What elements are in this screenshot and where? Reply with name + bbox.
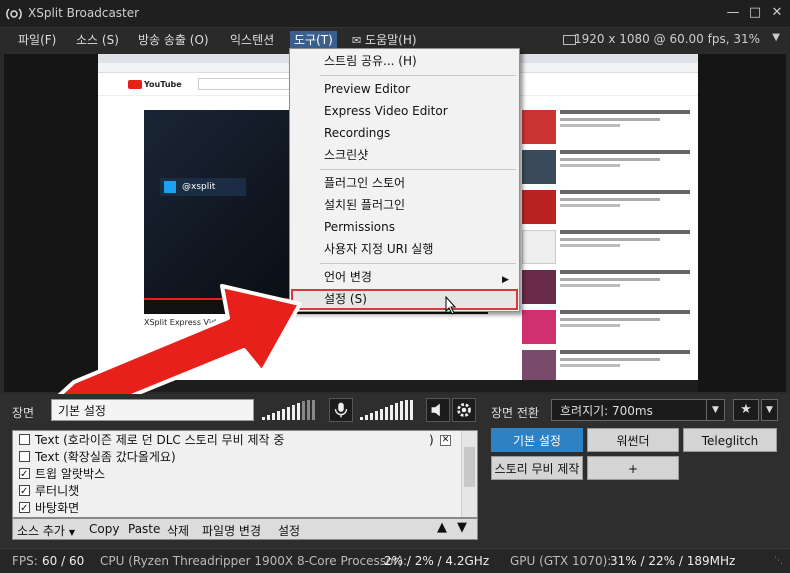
fps-label: FPS:	[12, 554, 38, 568]
xsplit-logo-icon	[6, 8, 22, 20]
menu-item-permissions[interactable]: Permissions	[324, 217, 395, 237]
mouse-cursor-icon	[445, 296, 457, 315]
source-checkbox[interactable]	[19, 466, 30, 483]
scene-button-story-movie[interactable]: 스토리 무비 제작	[491, 456, 583, 480]
minimize-icon[interactable]: —	[722, 4, 744, 22]
close-icon[interactable]: ✕	[766, 4, 788, 22]
source-checkbox[interactable]	[19, 483, 30, 500]
mic-volume-meter[interactable]	[262, 400, 322, 420]
sources-scrollbar[interactable]	[461, 431, 477, 517]
list-item	[522, 230, 692, 270]
menu-item-express-video-editor[interactable]: Express Video Editor	[324, 101, 448, 121]
tools-menu-dropdown: 스트림 공유... (H) Preview Editor Express Vid…	[289, 48, 520, 312]
scene-name-input[interactable]	[51, 399, 254, 421]
menu-item-settings[interactable]: 설정 (S)	[324, 289, 367, 309]
speaker-volume-meter[interactable]	[360, 400, 420, 420]
menu-broadcast[interactable]: 방송 송출 (O)	[134, 31, 213, 50]
cpu-value: 2% / 2% / 4.2GHz	[384, 554, 490, 568]
move-down-icon[interactable]: ▼	[457, 520, 467, 535]
add-transition-star-icon[interactable]: ★	[733, 399, 759, 421]
source-row[interactable]: 루터니챗	[19, 483, 79, 500]
scene-button-teleglitch[interactable]: Teleglitch	[683, 428, 777, 452]
menu-item-screenshot[interactable]: 스크린샷	[324, 145, 368, 165]
list-item	[522, 190, 692, 230]
source-row[interactable]: 바탕화면	[19, 500, 79, 517]
chevron-down-icon: ▼	[706, 400, 724, 420]
paste-button[interactable]: Paste	[128, 522, 160, 536]
submenu-arrow-icon: ▶	[502, 275, 509, 285]
delete-button[interactable]: 삭제	[167, 522, 189, 539]
menu-item-installed-plugins[interactable]: 설치된 플러그인	[324, 195, 405, 215]
scene-button-warthunder[interactable]: 워썬더	[587, 428, 679, 452]
maximize-icon[interactable]: □	[744, 4, 766, 22]
menu-divider	[320, 169, 516, 170]
sources-list: Text (호라이즌 제로 던 DLC 스토리 무비 제작 중 ) ✕ Text…	[12, 430, 478, 518]
menu-item-preview-editor[interactable]: Preview Editor	[324, 79, 410, 99]
bottom-panel: 장면 Text (호라이즌 제로 던 DLC 스토리 무비 제작 중 ) ✕ T…	[0, 394, 790, 548]
transition-select[interactable]: 흐려지기: 700ms ▼	[551, 399, 725, 421]
source-row[interactable]: Text (호라이즌 제로 던 DLC 스토리 무비 제작 중	[19, 432, 284, 449]
chevron-down-icon[interactable]: ▼	[772, 32, 780, 43]
menu-item-recordings[interactable]: Recordings	[324, 123, 390, 143]
menu-item-plugin-store[interactable]: 플러그인 스토어	[324, 173, 405, 193]
remove-source-icon[interactable]: ✕	[440, 435, 451, 446]
xsplit-overlay-tag: @xsplit	[160, 178, 246, 196]
twitter-icon	[164, 181, 176, 193]
source-row[interactable]: Text (확장실좀 갔다올게요)	[19, 449, 176, 466]
rename-button[interactable]: 파일명 변경	[202, 522, 261, 539]
speaker-icon[interactable]	[426, 398, 450, 422]
microphone-icon[interactable]	[329, 398, 353, 422]
add-scene-button[interactable]: +	[587, 456, 679, 480]
gpu-value: 31% / 22% / 189MHz	[610, 554, 736, 568]
title-bar: XSplit Broadcaster — □ ✕	[0, 0, 790, 28]
menu-item-share-stream[interactable]: 스트림 공유... (H)	[324, 51, 417, 71]
move-up-icon[interactable]: ▲	[437, 520, 447, 535]
menu-help-label: 도움말(H)	[365, 33, 417, 47]
menu-item-custom-uri[interactable]: 사용자 지정 URI 실행	[324, 239, 433, 259]
fps-value: 60 / 60	[42, 554, 85, 568]
menu-divider	[320, 75, 516, 76]
menu-sources[interactable]: 소스 (S)	[72, 31, 123, 50]
chevron-down-icon[interactable]: ▼	[761, 399, 778, 421]
add-source-button[interactable]: 소스 추가 ▼	[17, 522, 75, 539]
menu-item-language[interactable]: 언어 변경	[324, 267, 372, 287]
source-checkbox[interactable]	[19, 451, 30, 462]
status-bar: FPS: 60 / 60 CPU (Ryzen Threadripper 190…	[0, 548, 790, 573]
scene-button-default[interactable]: 기본 설정	[491, 428, 583, 452]
source-row-suffix: )	[429, 433, 434, 447]
gear-icon[interactable]	[452, 398, 476, 422]
sources-toolbar: 소스 추가 ▼ Copy Paste 삭제 파일명 변경 설정 ▲ ▼	[12, 518, 478, 540]
list-item	[522, 270, 692, 310]
list-item	[522, 310, 692, 350]
window-title: XSplit Broadcaster	[28, 6, 140, 20]
transition-label: 장면 전환	[491, 406, 539, 420]
copy-button[interactable]: Copy	[89, 522, 119, 536]
cpu-label: CPU (Ryzen Threadripper 1900X 8-Core Pro…	[100, 554, 408, 568]
menu-file[interactable]: 파일(F)	[14, 31, 60, 50]
scene-label: 장면	[12, 406, 35, 420]
resolution-info[interactable]: 1920 x 1080 @ 60.00 fps, 31%	[574, 32, 760, 46]
source-row[interactable]: 트윕 알랏박스	[19, 466, 105, 483]
menu-divider	[320, 263, 516, 264]
menu-extensions[interactable]: 익스텐션	[226, 31, 278, 50]
gpu-label: GPU (GTX 1070):	[510, 554, 612, 568]
source-checkbox[interactable]	[19, 434, 30, 445]
desktop-taskbar	[144, 380, 698, 392]
mail-icon: ✉	[352, 34, 362, 47]
list-item	[522, 150, 692, 190]
source-checkbox[interactable]	[19, 500, 30, 517]
youtube-logo: YouTube	[128, 80, 182, 89]
list-item	[522, 110, 692, 150]
resize-grip-icon[interactable]: ⋱	[774, 556, 783, 566]
video-title: XSplit Express Video Editor	[144, 318, 253, 327]
source-settings-button[interactable]: 설정	[278, 522, 300, 539]
